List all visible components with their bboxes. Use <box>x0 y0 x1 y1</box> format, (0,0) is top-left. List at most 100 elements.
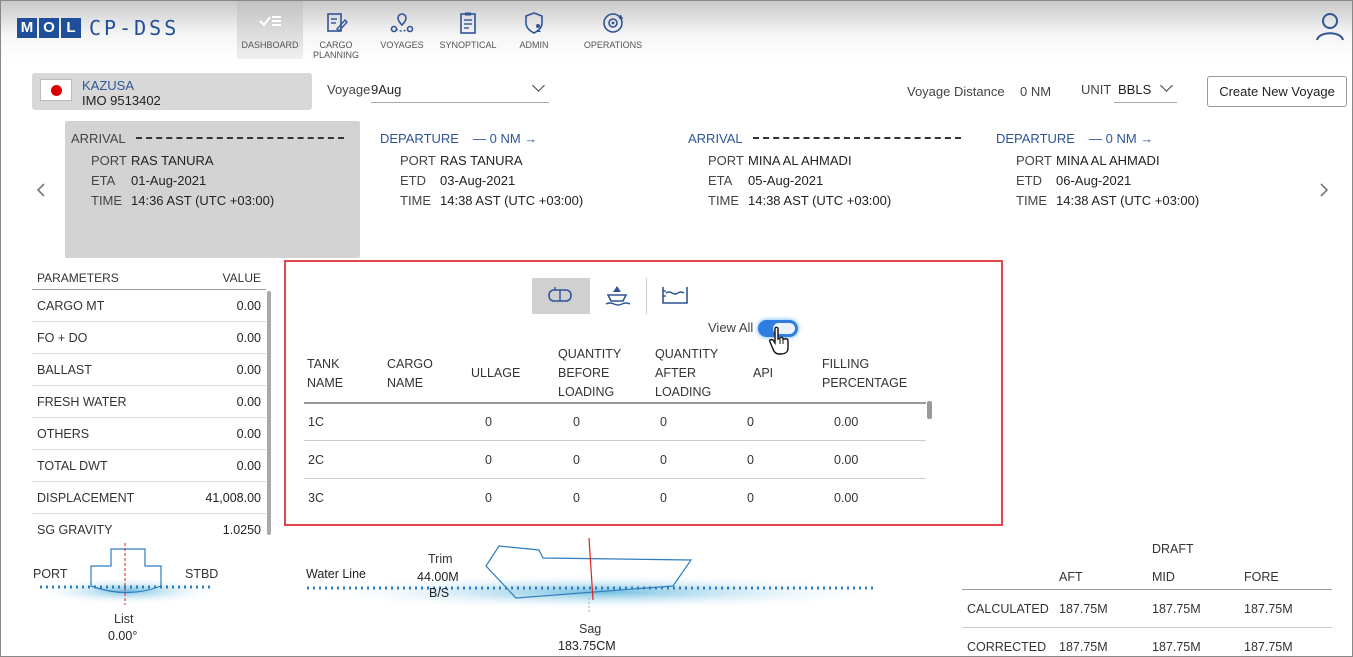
value-column-header: VALUE <box>222 271 261 285</box>
api-header: API <box>753 366 774 380</box>
nav-label: DASHBOARD <box>241 40 299 50</box>
table-row: CORRECTED 187.75M 187.75M 187.75M <box>967 640 1293 654</box>
voyage-distance-label: Voyage Distance <box>907 84 1005 99</box>
nav-label: SYNOPTICAL <box>439 40 497 50</box>
list-value: 0.00° <box>108 629 138 643</box>
port-card[interactable]: DEPARTURE — 0 NM → PORT RAS TANURA ETD 03-A… <box>374 121 669 258</box>
parameter-row: BALLAST 0.00 <box>32 354 266 386</box>
port-connector-line <box>135 137 344 139</box>
logo-letter: L <box>61 18 81 38</box>
draft-title: DRAFT <box>1152 542 1194 556</box>
quantity-before-loading-header: QUANTITY BEFORE LOADING <box>558 347 622 399</box>
vessel-card[interactable]: KAZUSA IMO 9513402 <box>32 73 312 110</box>
nav-synoptical[interactable]: SYNOPTICAL <box>435 1 501 59</box>
parameters-scrollbar[interactable] <box>267 291 271 535</box>
eta-label: ETA <box>708 173 733 188</box>
nav-voyages[interactable]: VOYAGES <box>369 1 435 59</box>
port-name: RAS TANURA <box>440 153 523 168</box>
trim-value: 44.00M <box>417 570 459 584</box>
parameter-row: TOTAL DWT 0.00 <box>32 450 266 482</box>
main-nav: DASHBOARD CARGO PLANNING VOYAGES SYNOPTI… <box>237 1 659 60</box>
list-label: List <box>114 612 134 626</box>
port-time: 14:38 AST (UTC +03:00) <box>748 193 892 208</box>
table-row[interactable]: 3C 0 0 0 0 0.00 <box>304 479 926 517</box>
cargo-name-header: CARGO NAME <box>387 357 433 390</box>
draft-header-row: AFT MID FORE <box>962 566 1332 590</box>
nav-admin[interactable]: ADMIN <box>501 1 567 59</box>
ballast-tank-icon <box>603 284 631 309</box>
port-side-label: PORT <box>33 567 68 581</box>
port-time: 14:38 AST (UTC +03:00) <box>440 193 584 208</box>
nav-label: CARGO PLANNING <box>312 40 359 60</box>
checklist-icon <box>237 11 303 35</box>
table-row[interactable]: 1C 0 0 0 0 0.00 <box>304 403 926 441</box>
port-distance: — 0 NM → <box>472 130 538 146</box>
port-card-type: ARRIVAL <box>71 130 126 146</box>
aft-column-header: AFT <box>1059 570 1083 584</box>
next-port-button[interactable] <box>1319 181 1329 202</box>
parameter-row: FO + DO 0.00 <box>32 322 266 354</box>
chevron-down-icon <box>532 79 545 92</box>
nav-cargo-planning[interactable]: CARGO PLANNING <box>303 1 369 60</box>
trim-diagram <box>301 537 881 612</box>
top-navigation-bar: M O L CP-DSS DASHBOARD CARGO PLANNING VO… <box>1 1 1352 63</box>
mol-logo: M O L <box>17 18 83 38</box>
time-label: TIME <box>1016 193 1048 208</box>
app-title: CP-DSS <box>89 16 180 40</box>
gear-cycle-icon <box>567 11 659 35</box>
tank-table-scrollbar[interactable] <box>927 401 932 419</box>
trim-label: Trim <box>428 552 453 566</box>
port-date: 03-Aug-2021 <box>440 173 516 188</box>
table-row[interactable]: 2C 0 0 0 0 0.00 <box>304 441 926 479</box>
port-card-type: DEPARTURE <box>996 130 1075 146</box>
unit-select[interactable]: BBLS <box>1114 77 1177 103</box>
parameter-row: CARGO MT 0.00 <box>32 290 266 322</box>
table-row: CALCULATED 187.75M 187.75M 187.75M <box>962 590 1332 628</box>
port-label: PORT <box>400 153 436 168</box>
parameter-row: FRESH WATER 0.00 <box>32 386 266 418</box>
logo-letter: M <box>17 18 37 38</box>
port-card[interactable]: ARRIVAL PORT MINA AL AHMADI ETA 05-Aug-202… <box>682 121 977 258</box>
tank-details-panel: View All TANK NAME CARGO NAME ULLAGE QUANT… <box>284 260 1003 526</box>
edit-document-icon <box>303 11 369 35</box>
water-level-view-button[interactable] <box>646 278 704 314</box>
arrow-right-icon: → <box>1140 130 1154 146</box>
user-profile-icon[interactable] <box>1315 11 1345 41</box>
create-new-voyage-button[interactable]: Create New Voyage <box>1207 76 1347 107</box>
pointer-hand-icon <box>768 326 792 363</box>
quantity-after-loading-header: QUANTITY AFTER LOADING <box>655 347 719 399</box>
port-time: 14:38 AST (UTC +03:00) <box>1056 193 1200 208</box>
tank-name-header: TANK NAME <box>307 357 344 390</box>
fore-column-header: FORE <box>1244 570 1279 584</box>
mid-column-header: MID <box>1152 570 1175 584</box>
trim-direction: B/S <box>429 586 450 600</box>
japan-flag-icon <box>40 79 72 101</box>
previous-port-button[interactable] <box>36 181 46 202</box>
port-card-type: DEPARTURE <box>380 130 459 146</box>
ullage-header: ULLAGE <box>471 366 521 380</box>
cargo-tank-view-button[interactable] <box>532 278 590 314</box>
port-card[interactable]: ARRIVAL PORT RAS TANURA ETA 01-Aug-2021 TI… <box>65 121 360 258</box>
parameter-row: OTHERS 0.00 <box>32 418 266 450</box>
chevron-down-icon <box>1160 79 1173 92</box>
port-time: 14:36 AST (UTC +03:00) <box>131 193 275 208</box>
voyage-select-value: 9Aug <box>371 82 402 97</box>
nav-label: ADMIN <box>519 40 549 50</box>
starboard-side-label: STBD <box>185 567 219 581</box>
logo-letter: O <box>39 18 59 38</box>
ballast-view-button[interactable] <box>588 278 646 314</box>
nav-label: VOYAGES <box>380 40 424 50</box>
unit-label: UNIT <box>1081 82 1112 97</box>
vessel-imo: IMO 9513402 <box>82 93 161 108</box>
parameter-row: DISPLACEMENT 41,008.00 <box>32 482 266 514</box>
nav-operations[interactable]: OPERATIONS <box>567 1 659 59</box>
nav-dashboard[interactable]: DASHBOARD <box>237 1 303 59</box>
sag-label: Sag <box>579 622 602 636</box>
port-connector-line <box>752 137 961 139</box>
port-card[interactable]: DEPARTURE — 0 NM → PORT MINA AL AHMADI ETD… <box>990 121 1285 258</box>
voyage-select[interactable]: 9Aug <box>371 77 549 103</box>
port-label: PORT <box>1016 153 1052 168</box>
voyage-label: Voyage <box>327 82 371 97</box>
view-all-label: View All <box>708 320 754 335</box>
time-label: TIME <box>91 193 123 208</box>
